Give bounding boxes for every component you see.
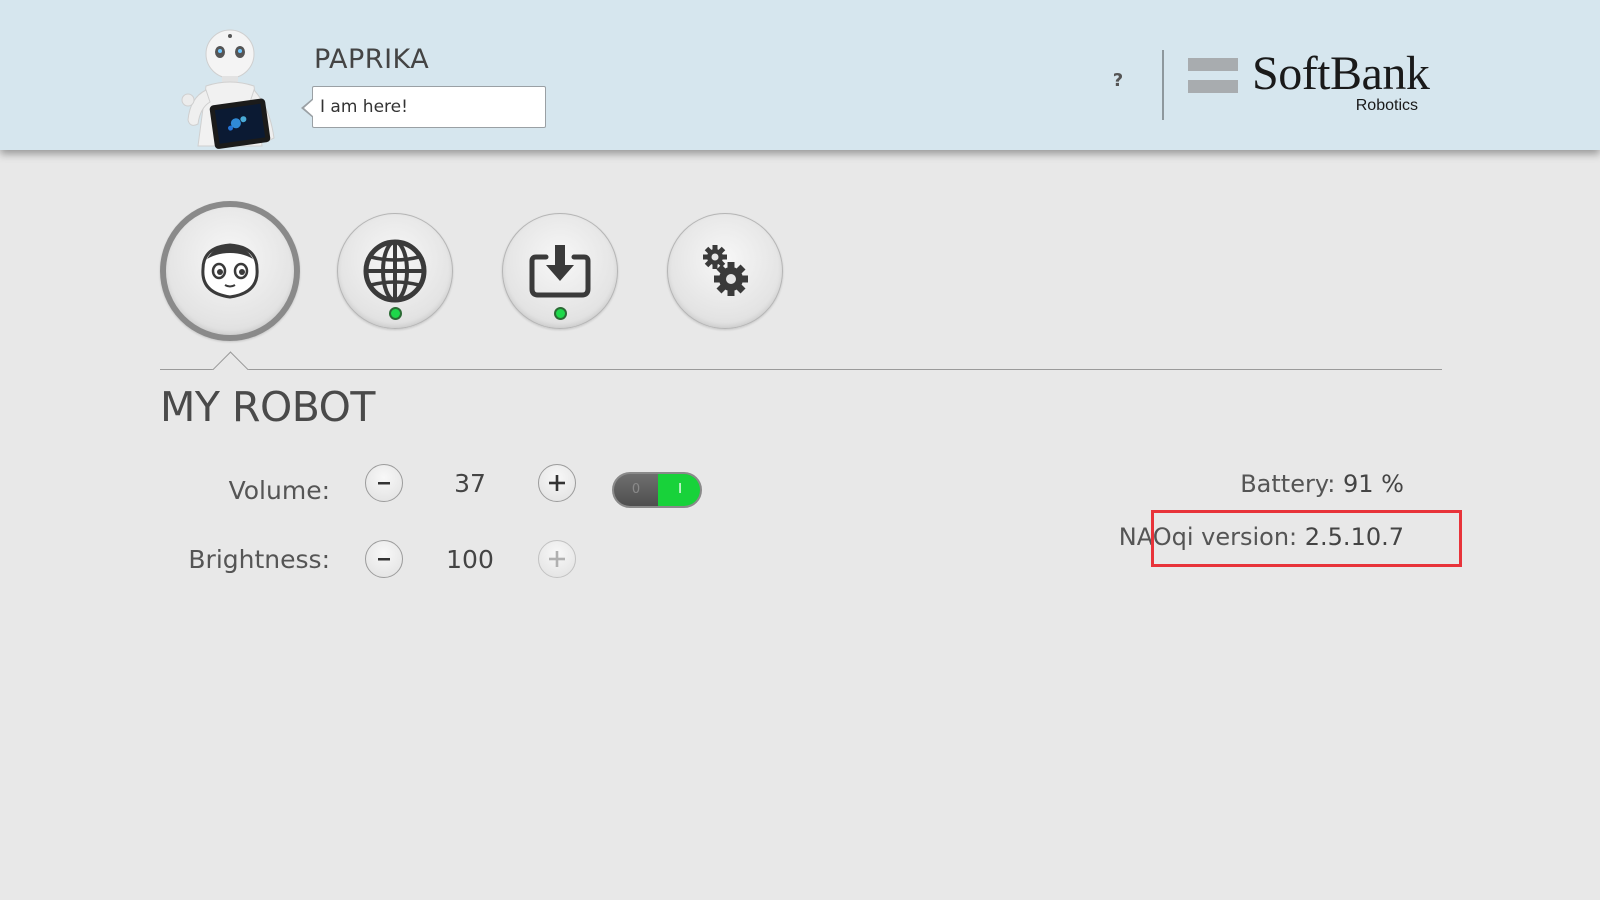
minus-icon [378,558,390,561]
brightness-decrease-button[interactable] [365,540,403,578]
volume-value: 37 [454,469,486,498]
tab-my-robot[interactable] [160,201,300,341]
brand-name: SoftBank [1252,47,1430,100]
brand-subtitle: Robotics [1355,97,1418,114]
robot-name: PAPRIKA [314,44,430,75]
brightness-increase-button[interactable] [538,540,576,578]
volume-mute-toggle[interactable]: 0 I [612,472,702,508]
help-button[interactable]: ? [1108,70,1128,96]
battery-info: Battery: 91 % [1240,470,1404,498]
naoqi-highlight-box [1151,510,1462,567]
tab-updates[interactable] [502,213,618,329]
page-title: MY ROBOT [160,383,375,431]
tab-divider [160,369,1442,370]
volume-decrease-button[interactable] [365,464,403,502]
gears-icon [703,245,748,296]
minus-icon [378,482,390,485]
tab-network[interactable] [337,213,453,329]
volume-label: Volume: [228,476,330,505]
battery-value: 91 % [1343,470,1404,498]
softbank-robotics-logo: SoftBank Robotics [1188,47,1438,122]
brightness-label: Brightness: [188,545,330,574]
pepper-robot-icon [181,29,275,149]
network-status-indicator [388,307,402,320]
download-icon [529,245,591,298]
battery-label: Battery: [1240,470,1336,498]
tab-settings[interactable] [667,213,783,329]
updates-status-indicator [553,307,567,320]
robot-avatar [170,28,290,150]
speech-text: I am here! [320,97,408,117]
speech-bubble: I am here! [301,86,546,128]
brightness-value: 100 [446,545,494,574]
active-tab-pointer [210,350,250,370]
robot-face-icon [201,243,259,299]
header-divider [1162,50,1164,120]
toggle-off-label: 0 [614,474,658,506]
top-header: PAPRIKA I am here! ? SoftBank Robotics [0,0,1600,150]
volume-increase-button[interactable] [538,464,576,502]
toggle-on-label: I [658,474,700,506]
plus-icon [549,551,565,567]
globe-icon [363,239,427,303]
plus-icon [549,475,565,491]
